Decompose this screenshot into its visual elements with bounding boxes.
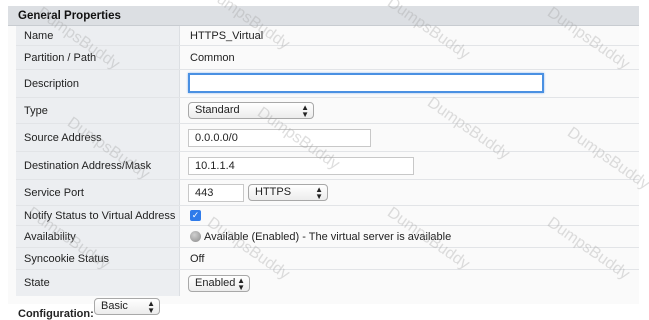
description-label: Description (24, 77, 80, 90)
service-port-input[interactable]: 443 (188, 184, 244, 202)
row-label: State (16, 270, 180, 296)
row-label: Syncookie Status (16, 248, 180, 269)
availability-text: Available (Enabled) - The virtual server… (204, 230, 452, 243)
state-select[interactable]: Enabled ▲ ▼ (188, 275, 250, 292)
destination-address-input[interactable]: 10.1.1.4 (188, 157, 414, 175)
row-type: Type Standard ▲ ▼ (16, 98, 639, 124)
syncookie-label: Syncookie Status (24, 252, 109, 265)
type-select-value: Standard (195, 104, 240, 116)
updown-arrows-icon: ▲ ▼ (301, 103, 309, 119)
type-label: Type (24, 104, 48, 117)
checkmark-icon: ✓ (191, 210, 200, 220)
protocol-select[interactable]: HTTPS ▲ ▼ (248, 184, 328, 201)
row-syncookie: Syncookie Status Off (16, 248, 639, 270)
syncookie-value: Off (190, 252, 205, 265)
row-description: Description (16, 70, 639, 98)
row-label: Partition / Path (16, 46, 180, 69)
section-header: General Properties (8, 6, 639, 26)
source-label: Source Address (24, 131, 102, 144)
protocol-select-value: HTTPS (255, 186, 292, 198)
state-label: State (24, 277, 50, 289)
name-value: HTTPS_Virtual (190, 29, 264, 42)
service-port-label: Service Port (24, 186, 84, 199)
row-label: Notify Status to Virtual Address (16, 206, 180, 225)
row-label: Service Port (16, 180, 180, 205)
row-notify: Notify Status to Virtual Address ✓ (16, 206, 639, 226)
general-properties-panel: General Properties Name HTTPS_Virtual Pa… (8, 6, 639, 304)
name-label: Name (24, 29, 54, 42)
configuration-select[interactable]: Basic ▲ ▼ (94, 298, 160, 315)
source-address-input[interactable]: 0.0.0.0/0 (188, 129, 371, 147)
section-title: General Properties (18, 10, 121, 22)
row-label: Name (16, 26, 180, 45)
description-input[interactable] (188, 73, 544, 93)
state-select-value: Enabled (195, 277, 236, 289)
gray-status-dot-icon (190, 230, 201, 242)
row-label: Availability (16, 226, 180, 247)
notify-label: Notify Status to Virtual Address (24, 209, 176, 222)
configuration-select-value: Basic (101, 300, 128, 312)
row-label: Destination Address/Mask (16, 152, 180, 179)
availability-value: Available (Enabled) - The virtual server… (190, 230, 452, 243)
updown-arrows-icon: ▲ ▼ (237, 276, 245, 292)
notify-checkbox[interactable]: ✓ (190, 210, 201, 221)
row-availability: Availability Available (Enabled) - The v… (16, 226, 639, 248)
configuration-label: Configuration: (18, 308, 94, 320)
partition-label: Partition / Path (24, 51, 97, 64)
row-partition: Partition / Path Common (16, 46, 639, 70)
row-source: Source Address 0.0.0.0/0 (16, 124, 639, 152)
row-destination: Destination Address/Mask 10.1.1.4 (16, 152, 639, 180)
row-label: Source Address (16, 124, 180, 151)
row-service-port: Service Port 443 HTTPS ▲ ▼ (16, 180, 639, 206)
row-state: State Enabled ▲ ▼ (16, 270, 639, 296)
updown-arrows-icon: ▲ ▼ (147, 299, 155, 315)
row-name: Name HTTPS_Virtual (16, 26, 639, 46)
availability-label: Availability (24, 230, 76, 243)
destination-label: Destination Address/Mask (24, 159, 152, 172)
row-label: Description (16, 70, 180, 97)
type-select[interactable]: Standard ▲ ▼ (188, 102, 314, 119)
configuration-row: Configuration: Basic ▲ ▼ (8, 298, 639, 320)
partition-value: Common (190, 51, 235, 64)
row-label: Type (16, 98, 180, 123)
updown-arrows-icon: ▲ ▼ (315, 185, 323, 201)
